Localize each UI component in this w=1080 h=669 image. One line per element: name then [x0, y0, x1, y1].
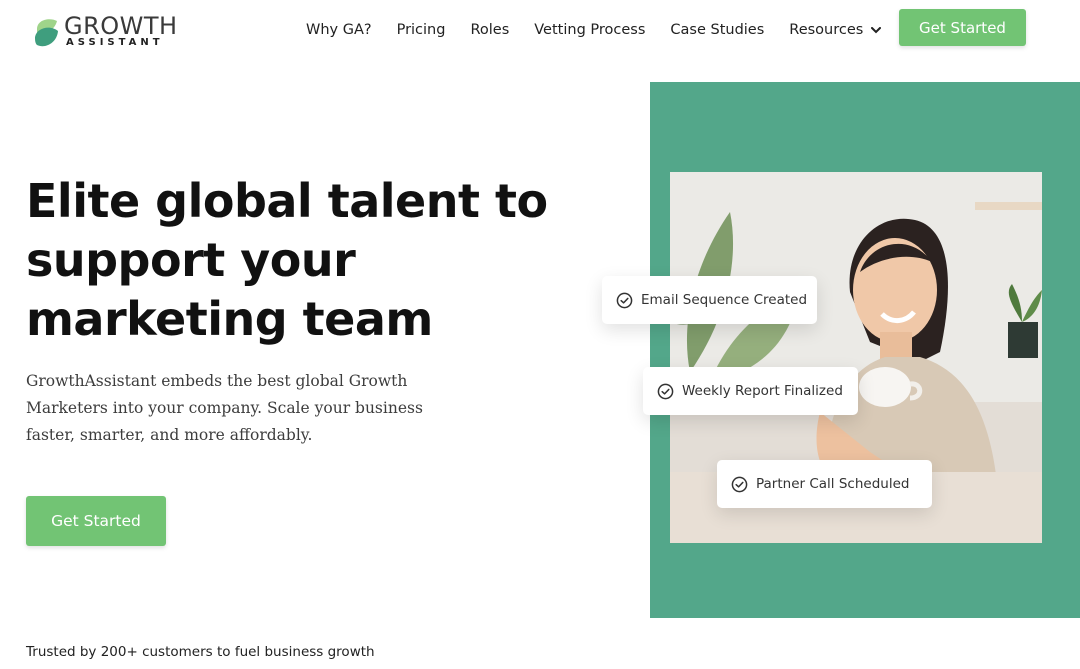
nav-item-label: Case Studies	[670, 22, 765, 38]
check-circle-icon	[731, 476, 748, 492]
check-circle-icon	[657, 383, 674, 399]
task-card-label: Weekly Report Finalized	[682, 383, 843, 399]
hero-title: Elite global talent to support your mark…	[26, 174, 548, 346]
leaf-logo-icon	[35, 19, 58, 47]
brand-name: GROWTH	[64, 12, 178, 40]
nav-item-why-ga[interactable]: Why GA?	[306, 22, 372, 38]
nav-item-case-studies[interactable]: Case Studies	[670, 22, 764, 38]
task-card-label: Email Sequence Created	[641, 292, 808, 308]
main-nav: Why GA? Pricing Roles Vetting Process Ca…	[306, 19, 882, 41]
nav-item-roles[interactable]: Roles	[470, 22, 509, 38]
brand-logo[interactable]: GROWTH ASSISTANT	[33, 12, 177, 53]
task-card-partner-call: Partner Call Scheduled	[717, 460, 932, 508]
nav-item-label: Resources	[789, 22, 864, 38]
nav-item-resources[interactable]: Resources	[789, 22, 882, 38]
nav-item-label: Vetting Process	[534, 22, 646, 38]
task-card-label: Partner Call Scheduled	[756, 476, 910, 492]
header-get-started-button[interactable]: Get Started	[899, 9, 1026, 46]
check-circle-icon	[616, 292, 633, 308]
hero-get-started-button[interactable]: Get Started	[26, 496, 166, 546]
nav-item-label: Roles	[470, 22, 510, 38]
hero-subtitle: GrowthAssistant embeds the best global G…	[26, 372, 423, 444]
brand-tagline: ASSISTANT	[66, 37, 164, 48]
task-card-weekly-report: Weekly Report Finalized	[643, 367, 858, 415]
chevron-down-icon	[871, 26, 882, 33]
nav-item-pricing[interactable]: Pricing	[397, 22, 446, 38]
task-card-email-sequence: Email Sequence Created	[602, 276, 817, 324]
nav-item-label: Why GA?	[306, 22, 372, 38]
nav-item-label: Pricing	[396, 22, 446, 38]
trusted-by-text: Trusted by 200+ customers to fuel busine…	[26, 644, 375, 660]
nav-item-vetting-process[interactable]: Vetting Process	[534, 22, 645, 38]
